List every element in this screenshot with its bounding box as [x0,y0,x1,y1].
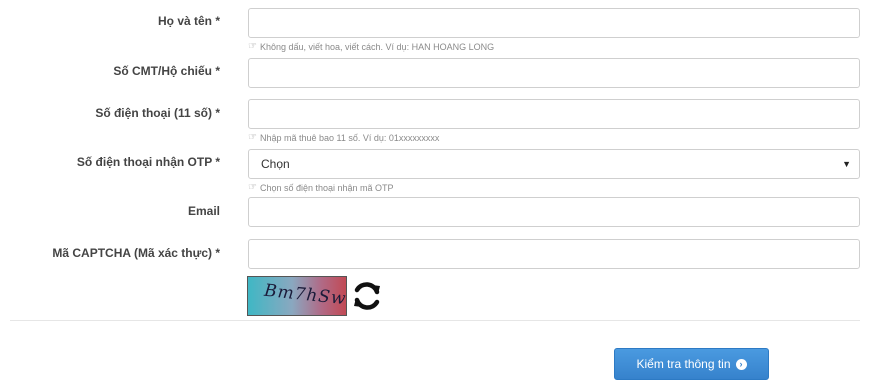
arrow-circle-right-icon: › [735,358,747,370]
form-divider [10,320,860,321]
full-name-hint: ☞ Không dấu, viết hoa, viết cách. Ví dụ:… [248,41,494,52]
otp-hint: ☞ Chọn số điện thoại nhận mã OTP [248,182,394,193]
otp-phone-select[interactable]: Chọn ▼ [248,149,860,179]
phone-hint: ☞ Nhập mã thuê bao 11 số. Ví dụ: 01xxxxx… [248,132,439,143]
otp-select-value: Chọn [261,157,290,171]
full-name-hint-text: Không dấu, viết hoa, viết cách. Ví dụ: H… [259,41,495,52]
email-label: Email [187,204,220,218]
hand-pointing-icon: ☞ [248,182,257,193]
caret-down-icon: ▼ [842,159,851,169]
id-number-label: Số CMT/Hộ chiếu * [113,64,220,78]
phone-hint-text: Nhập mã thuê bao 11 số. Ví dụ: 01xxxxxxx… [259,132,440,143]
full-name-input[interactable] [248,8,860,38]
captcha-image: Bm7hSw [247,276,347,316]
captcha-text: Bm7hSw [263,280,347,310]
captcha-label: Mã CAPTCHA (Mã xác thực) * [52,246,220,260]
check-info-button-label: Kiểm tra thông tin [636,357,731,371]
phone-input[interactable] [248,99,860,129]
phone-label: Số điện thoại (11 số) * [95,106,220,120]
email-input[interactable] [248,197,860,227]
check-info-button[interactable]: Kiểm tra thông tin › [614,348,769,380]
id-number-input[interactable] [248,58,860,88]
hand-pointing-icon: ☞ [248,132,257,143]
otp-hint-text: Chọn số điện thoại nhận mã OTP [259,182,394,193]
hand-pointing-icon: ☞ [248,41,257,52]
full-name-label: Họ và tên * [157,14,220,28]
captcha-input[interactable] [248,239,860,269]
refresh-icon[interactable] [350,279,384,313]
otp-phone-label: Số điện thoại nhận OTP * [76,155,220,169]
